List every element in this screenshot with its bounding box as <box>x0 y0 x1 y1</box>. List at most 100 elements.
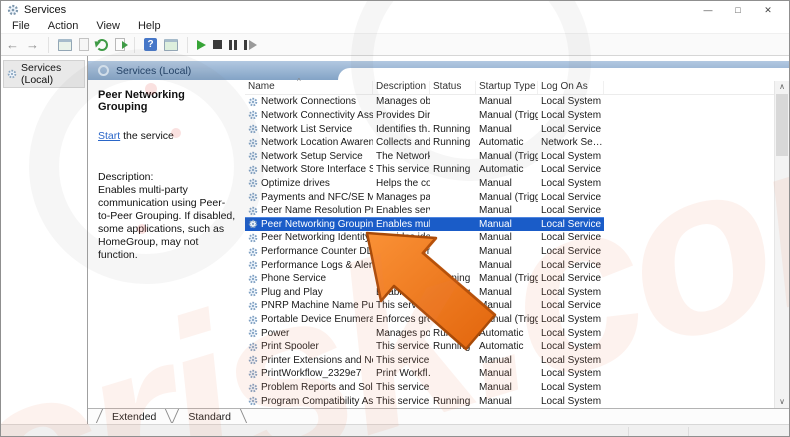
minimize-button[interactable]: — <box>693 5 723 15</box>
refresh-icon[interactable] <box>96 38 108 51</box>
stop-service-icon[interactable] <box>213 40 222 49</box>
service-gear-icon <box>248 369 258 379</box>
help-icon[interactable]: ? <box>144 38 157 51</box>
service-startup-type: Manual <box>479 368 512 380</box>
table-row[interactable]: Network Location Awareness Collects and … <box>245 136 604 150</box>
start-service-line: Start the service <box>98 130 237 142</box>
column-header-startup-type[interactable]: Startup Type <box>476 80 538 94</box>
start-service-link[interactable]: Start <box>98 130 120 142</box>
menu-view[interactable]: View <box>87 20 129 32</box>
service-name: Performance Logs & Alerts <box>261 259 373 271</box>
service-log-on-as: Local Service <box>541 191 602 203</box>
service-log-on-as: Local System <box>541 327 602 339</box>
service-log-on-as: Local System <box>541 150 602 162</box>
menu-action[interactable]: Action <box>39 20 88 32</box>
service-gear-icon <box>248 151 258 161</box>
restart-service-icon[interactable] <box>244 39 257 50</box>
table-row[interactable]: PNRP Machine Name Public… This service …… <box>245 299 604 313</box>
table-row[interactable]: Phone Service Manages th… Running Manual… <box>245 272 604 286</box>
table-row[interactable]: Payments and NFC/SE Mana… Manages pa… Ma… <box>245 190 604 204</box>
service-gear-icon <box>248 342 258 352</box>
service-startup-type: Manual <box>479 232 512 244</box>
service-startup-type: Manual <box>479 177 512 189</box>
menu-help[interactable]: Help <box>129 20 170 32</box>
service-name: Performance Counter DLL H… <box>261 246 373 257</box>
service-description: Provides ide… <box>376 232 430 244</box>
table-row[interactable]: Peer Networking Grouping Enables mul… Ma… <box>245 217 604 232</box>
table-row[interactable]: Performance Logs & Alerts Performanc… Ma… <box>245 258 604 272</box>
service-detail-panel: Peer Networking Grouping Start the servi… <box>88 80 245 408</box>
tree-item-services-local[interactable]: Services (Local) <box>3 60 85 88</box>
service-name: Network Setup Service <box>261 150 363 162</box>
forward-icon[interactable]: → <box>26 38 39 51</box>
table-row[interactable]: Optimize drives Helps the co… Manual Loc… <box>245 177 604 191</box>
service-log-on-as: Local System <box>541 341 602 353</box>
service-description: Enables mul… <box>376 218 430 230</box>
service-gear-icon <box>248 206 258 215</box>
scroll-up-icon[interactable]: ∧ <box>775 80 789 93</box>
export-list-icon[interactable] <box>115 38 128 51</box>
properties-icon[interactable] <box>164 38 178 51</box>
status-bar <box>1 424 789 436</box>
service-name: Network Location Awareness <box>261 137 373 149</box>
maximize-button[interactable]: □ <box>723 5 753 15</box>
table-row[interactable]: Network Store Interface Serv… This servi… <box>245 163 604 177</box>
table-row[interactable]: Peer Networking Identity M… Provides ide… <box>245 231 604 245</box>
table-row[interactable]: Network List Service Identifies th… Runn… <box>245 122 604 136</box>
service-startup-type: Manual (Trigg… <box>479 109 538 121</box>
service-log-on-as: Local Service <box>541 232 602 244</box>
table-row[interactable]: Print Spooler This service … Running Aut… <box>245 340 604 354</box>
vertical-scrollbar[interactable]: ∧ ∨ <box>774 80 789 408</box>
service-status: Running <box>433 273 471 285</box>
back-icon[interactable]: ← <box>6 38 19 51</box>
start-service-rest: the service <box>120 130 174 142</box>
scrollbar-thumb[interactable] <box>776 94 788 156</box>
service-log-on-as: Local System <box>541 109 602 121</box>
menu-file[interactable]: File <box>3 20 39 32</box>
column-header-name[interactable]: Name <box>245 80 373 94</box>
services-ring-icon <box>98 65 109 76</box>
table-row[interactable]: Plug and Play Enables a c… Running Manua… <box>245 286 604 300</box>
table-row[interactable]: Printer Extensions and Notifi… This serv… <box>245 354 604 368</box>
export-list-disabled-icon <box>79 38 89 51</box>
table-row[interactable]: Network Connections Manages ob… Manual L… <box>245 95 604 109</box>
service-status: Running <box>433 341 471 353</box>
table-row[interactable]: Power Manages po… Running Automatic Loca… <box>245 326 604 340</box>
tab-extended[interactable]: Extended <box>96 409 172 424</box>
pane-title: Services (Local) <box>116 64 192 77</box>
column-header-log-on-as[interactable]: Log On As <box>538 80 604 94</box>
close-button[interactable]: ✕ <box>753 5 783 16</box>
service-log-on-as: Local Service <box>541 273 602 285</box>
table-row[interactable]: Peer Name Resolution Proto… Enables serv… <box>245 204 604 218</box>
service-name: Printer Extensions and Notifi… <box>261 354 373 366</box>
services-app-icon <box>7 4 19 16</box>
service-startup-type: Manual <box>479 246 512 257</box>
start-service-icon[interactable] <box>197 39 206 50</box>
column-header-status[interactable]: Status <box>430 80 476 94</box>
service-gear-icon <box>248 328 258 338</box>
table-row[interactable]: PrintWorkflow_2329e7 Print Workfl… Manua… <box>245 367 604 381</box>
table-row[interactable]: Performance Counter DLL H… Enables rem… … <box>245 245 604 259</box>
service-status: Running <box>433 164 471 176</box>
service-description: Identifies th… <box>376 123 430 135</box>
service-log-on-as: Local System <box>541 314 602 326</box>
service-name: Peer Networking Grouping <box>261 218 373 230</box>
service-startup-type: Manual <box>479 218 512 230</box>
pause-service-icon[interactable] <box>229 39 232 50</box>
column-header-description[interactable]: Description <box>373 80 430 94</box>
scroll-down-icon[interactable]: ∨ <box>775 395 789 408</box>
service-startup-type: Manual <box>479 395 512 407</box>
table-row[interactable]: Problem Reports and Soluti… This service… <box>245 381 604 395</box>
table-row[interactable]: Program Compatibility Assis… This servic… <box>245 394 604 408</box>
table-row[interactable]: Network Setup Service The Network… Manua… <box>245 149 604 163</box>
sort-ascending-icon: ^ <box>297 77 301 86</box>
window-title: Services <box>24 4 67 16</box>
service-status: Running <box>433 286 471 298</box>
table-row[interactable]: Portable Device Enumerator … Enforces gr… <box>245 313 604 327</box>
tab-standard[interactable]: Standard <box>172 409 247 424</box>
show-console-tree-icon[interactable] <box>58 38 72 51</box>
service-name: PrintWorkflow_2329e7 <box>261 368 362 380</box>
table-row[interactable]: Network Connectivity Assist… Provides Di… <box>245 109 604 123</box>
service-description: This service … <box>376 164 430 176</box>
service-description: This service … <box>376 341 430 353</box>
